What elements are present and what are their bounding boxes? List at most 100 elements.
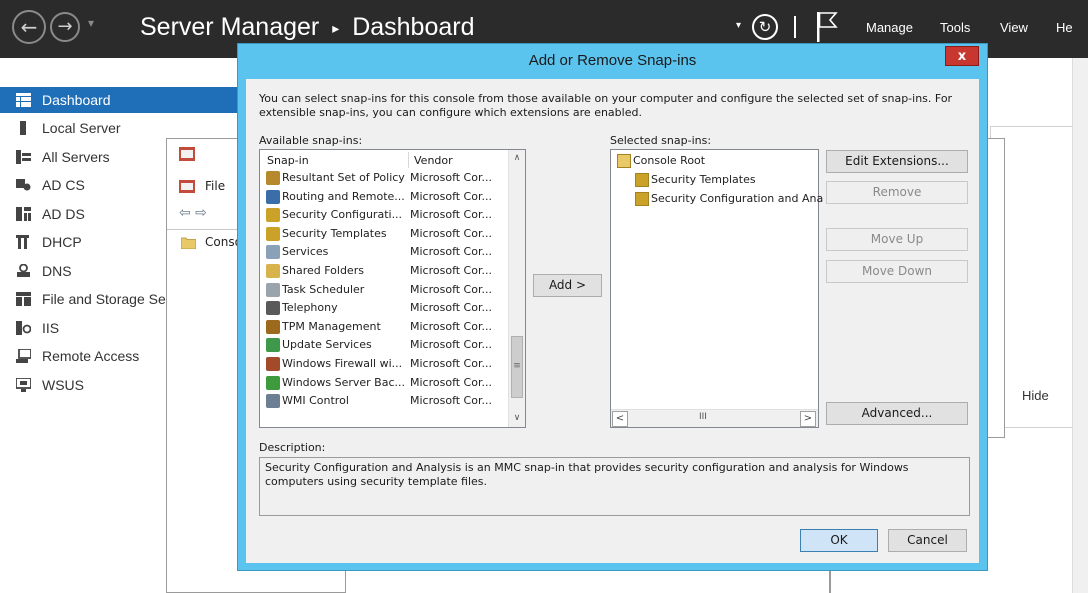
breadcrumb: Server Manager ▸ Dashboard	[140, 13, 475, 42]
sidebar: Dashboard Local Server All Servers AD CS…	[0, 58, 238, 593]
snapin-row[interactable]: Telephony Microsoft Cor...	[264, 299, 504, 317]
snapin-name: Security Templates	[282, 226, 387, 240]
snapin-name: WMI Control	[282, 394, 349, 408]
main-scrollbar[interactable]	[1072, 58, 1088, 593]
sidebar-item-label: Dashboard	[42, 92, 111, 108]
cancel-button[interactable]: Cancel	[888, 529, 967, 552]
menu-file: File	[205, 179, 226, 193]
snapin-row[interactable]: Windows Firewall wi... Microsoft Cor...	[264, 355, 504, 373]
close-button[interactable]: x	[945, 46, 979, 66]
back-arrow-icon: ←	[20, 15, 38, 39]
refresh-icon: ↻	[758, 18, 772, 36]
snapin-row[interactable]: Windows Server Bac... Microsoft Cor...	[264, 374, 504, 392]
security-config-icon	[266, 208, 280, 223]
sidebar-item-dashboard[interactable]: Dashboard	[0, 87, 238, 113]
column-header-snapin[interactable]: Snap-in	[267, 152, 309, 169]
selected-snapins-tree[interactable]: Console Root Security Templates Security C…	[610, 149, 823, 428]
sidebar-item-label: DHCP	[42, 234, 82, 250]
remote-access-icon	[16, 349, 31, 363]
server-icon	[20, 121, 26, 135]
selected-snapin-label: Console Root	[633, 154, 706, 167]
scroll-left-icon[interactable]: <	[612, 411, 628, 427]
dashboard-icon	[16, 93, 31, 107]
column-header-vendor[interactable]: Vendor	[414, 152, 453, 169]
scroll-right-icon[interactable]: >	[800, 411, 816, 427]
refresh-dropdown-icon[interactable]: ▾	[736, 20, 741, 31]
snapin-row[interactable]: Security Configurati... Microsoft Cor...	[264, 206, 504, 224]
snapin-row[interactable]: Shared Folders Microsoft Cor...	[264, 262, 504, 280]
refresh-button[interactable]: ↻	[752, 14, 778, 40]
snapin-name: Resultant Set of Policy	[282, 171, 405, 184]
snapin-vendor: Microsoft Cor...	[410, 208, 492, 222]
folder-icon	[617, 154, 631, 168]
move-down-button[interactable]: Move Down	[826, 260, 968, 283]
snapin-row[interactable]: Update Services Microsoft Cor...	[264, 336, 504, 354]
snapin-vendor: Microsoft Cor...	[410, 245, 492, 259]
update-icon	[266, 338, 280, 353]
routing-icon	[266, 189, 280, 204]
security-template-icon	[266, 226, 280, 241]
description-text: Security Configuration and Analysis is a…	[259, 457, 970, 516]
mmc-menu-icon	[179, 180, 195, 193]
shared-folder-icon	[266, 264, 280, 278]
dialog-title: Add or Remove Snap-ins	[528, 52, 697, 69]
notifications-flag-icon[interactable]	[816, 12, 838, 42]
horizontal-scrollbar[interactable]: < III >	[611, 409, 818, 427]
menu-tools[interactable]: Tools	[940, 20, 970, 35]
vertical-scrollbar[interactable]: ∧ ≡ ∨	[508, 150, 525, 427]
snapin-row[interactable]: TPM Management Microsoft Cor...	[264, 318, 504, 336]
advanced-button[interactable]: Advanced...	[826, 402, 968, 425]
dns-icon	[17, 264, 30, 277]
dialog-body: You can select snap-ins for this console…	[246, 79, 979, 563]
menu-manage[interactable]: Manage	[866, 20, 913, 35]
background-window-edge	[985, 138, 1005, 438]
snapin-vendor: Microsoft Cor...	[410, 357, 492, 370]
iis-icon	[16, 321, 31, 335]
column-divider[interactable]	[408, 152, 409, 168]
edit-extensions-button[interactable]: Edit Extensions...	[826, 150, 968, 173]
forward-button[interactable]: →	[50, 12, 80, 42]
services-icon	[266, 245, 280, 260]
scroll-grip-icon[interactable]: III	[699, 412, 707, 422]
mmc-nav-arrows-icon[interactable]: ⇦ ⇨	[179, 205, 207, 221]
ok-button[interactable]: OK	[800, 529, 878, 552]
policy-icon	[266, 171, 280, 185]
snapin-vendor: Microsoft Cor...	[410, 171, 492, 184]
header-divider	[794, 16, 796, 38]
snapin-row[interactable]: Services Microsoft Cor...	[264, 243, 504, 261]
add-button[interactable]: Add >	[533, 274, 602, 297]
snapin-vendor: Microsoft Cor...	[410, 394, 492, 408]
breadcrumb-separator-icon: ▸	[332, 19, 340, 36]
firewall-icon	[266, 357, 280, 371]
snapin-name: Telephony	[282, 301, 338, 315]
snapin-vendor: Microsoft Cor...	[410, 319, 492, 333]
scroll-up-icon[interactable]: ∧	[509, 150, 525, 167]
tpm-icon	[266, 319, 280, 334]
snapin-vendor: Microsoft Cor...	[410, 282, 492, 296]
directory-icon	[16, 207, 31, 221]
snapin-vendor: Microsoft Cor...	[410, 375, 492, 389]
snapin-row[interactable]: WMI Control Microsoft Cor...	[264, 392, 504, 410]
snapin-vendor: Microsoft Cor...	[410, 189, 492, 203]
sidebar-item-label: AD CS	[42, 177, 85, 193]
sidebar-item-label: WSUS	[42, 377, 84, 393]
snapin-row[interactable]: Task Scheduler Microsoft Cor...	[264, 281, 504, 299]
scroll-down-icon[interactable]: ∨	[509, 410, 525, 427]
history-dropdown-icon[interactable]: ▾	[88, 16, 94, 30]
hide-link[interactable]: Hide	[1022, 388, 1049, 403]
scroll-thumb[interactable]: ≡	[511, 336, 523, 398]
snapin-name: Windows Server Bac...	[282, 375, 405, 389]
remove-button[interactable]: Remove	[826, 181, 968, 204]
move-up-button[interactable]: Move Up	[826, 228, 968, 251]
snapin-row[interactable]: Resultant Set of Policy Microsoft Cor...	[264, 169, 504, 187]
snapin-row[interactable]: Security Templates Microsoft Cor...	[264, 225, 504, 243]
available-snapins-label: Available snap-ins:	[259, 134, 363, 147]
menu-view[interactable]: View	[1000, 20, 1028, 35]
available-snapins-list[interactable]: Snap-in Vendor Resultant Set of Policy Mi…	[259, 149, 526, 428]
sidebar-item-label: Remote Access	[42, 348, 140, 364]
sidebar-item-label: AD DS	[42, 206, 85, 222]
back-button[interactable]: ←	[12, 10, 46, 44]
selected-snapins-label: Selected snap-ins:	[610, 134, 712, 147]
menu-help[interactable]: He	[1056, 20, 1073, 35]
snapin-row[interactable]: Routing and Remote... Microsoft Cor...	[264, 188, 504, 206]
